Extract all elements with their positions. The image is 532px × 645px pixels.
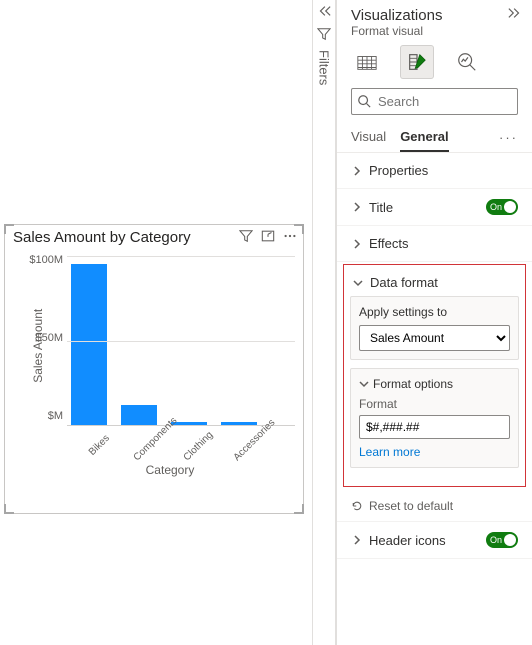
- learn-more-link[interactable]: Learn more: [359, 445, 420, 459]
- filter-icon[interactable]: [239, 229, 253, 246]
- format-label: Format: [359, 397, 510, 411]
- build-visual-icon[interactable]: [351, 46, 383, 78]
- analytics-icon[interactable]: [451, 46, 483, 78]
- chevron-right-icon: [351, 166, 363, 176]
- search-icon: [357, 94, 371, 108]
- chevron-right-icon: [351, 239, 363, 249]
- x-tick: Accessories: [232, 430, 265, 463]
- chevron-down-icon: [352, 278, 364, 288]
- section-data-format[interactable]: Data format: [350, 267, 519, 296]
- chart-visual[interactable]: Sales Amount by Category Sales Amount $1…: [4, 224, 304, 514]
- report-canvas[interactable]: Sales Amount by Category Sales Amount $1…: [0, 0, 312, 645]
- reset-to-default[interactable]: Reset to default: [337, 491, 532, 522]
- filters-label: Filters: [317, 50, 332, 85]
- chevron-down-icon: [359, 379, 369, 389]
- tab-more-icon[interactable]: ···: [499, 130, 518, 145]
- x-axis-label: Category: [45, 463, 295, 477]
- bar[interactable]: [121, 405, 157, 425]
- highlighted-section: Data format Apply settings to Sales Amou…: [343, 264, 526, 487]
- pane-subtitle: Format visual: [337, 24, 532, 42]
- collapse-icon[interactable]: [317, 4, 331, 21]
- chevron-right-icon: [351, 202, 363, 212]
- y-tick: $50M: [27, 332, 63, 344]
- pane-title: Visualizations: [351, 7, 442, 24]
- y-tick: $M: [27, 410, 63, 422]
- tab-visual[interactable]: Visual: [351, 123, 386, 152]
- visualizations-pane: Visualizations Format visual Visual Gene…: [336, 0, 532, 645]
- filter-icon: [317, 27, 331, 44]
- bar[interactable]: [221, 422, 257, 425]
- apply-settings-card: Apply settings to Sales Amount: [350, 296, 519, 360]
- section-properties[interactable]: Properties: [337, 153, 532, 189]
- selection-handle-tr[interactable]: [294, 224, 304, 234]
- tab-general[interactable]: General: [400, 123, 448, 152]
- header-icons-toggle[interactable]: On: [486, 532, 518, 548]
- bar[interactable]: [71, 264, 107, 425]
- y-tick: $100M: [27, 254, 63, 266]
- x-tick: Components: [132, 430, 165, 463]
- chevron-right-icon: [351, 535, 363, 545]
- apply-settings-select[interactable]: Sales Amount: [359, 325, 510, 351]
- selection-handle-tl[interactable]: [4, 224, 14, 234]
- filters-pane-collapsed[interactable]: Filters: [312, 0, 336, 645]
- search-input[interactable]: [351, 88, 518, 115]
- format-string-input[interactable]: [359, 415, 510, 439]
- reset-icon: [351, 500, 363, 512]
- format-options-header[interactable]: Format options: [359, 377, 510, 391]
- format-options-card: Format options Format Learn more: [350, 368, 519, 468]
- y-axis-label: Sales Amount: [31, 309, 45, 383]
- focus-mode-icon[interactable]: [261, 229, 275, 246]
- title-toggle[interactable]: On: [486, 199, 518, 215]
- selection-handle-br[interactable]: [294, 504, 304, 514]
- expand-icon[interactable]: [508, 6, 522, 24]
- section-effects[interactable]: Effects: [337, 226, 532, 262]
- plot-area: [67, 256, 295, 426]
- x-tick: Bikes: [82, 430, 115, 463]
- apply-settings-label: Apply settings to: [359, 305, 510, 319]
- format-visual-icon[interactable]: [401, 46, 433, 78]
- section-header-icons[interactable]: Header icons On: [337, 522, 532, 559]
- selection-handle-bl[interactable]: [4, 504, 14, 514]
- x-tick: Clothing: [182, 430, 215, 463]
- chart-title: Sales Amount by Category: [13, 229, 233, 246]
- section-title[interactable]: Title On: [337, 189, 532, 226]
